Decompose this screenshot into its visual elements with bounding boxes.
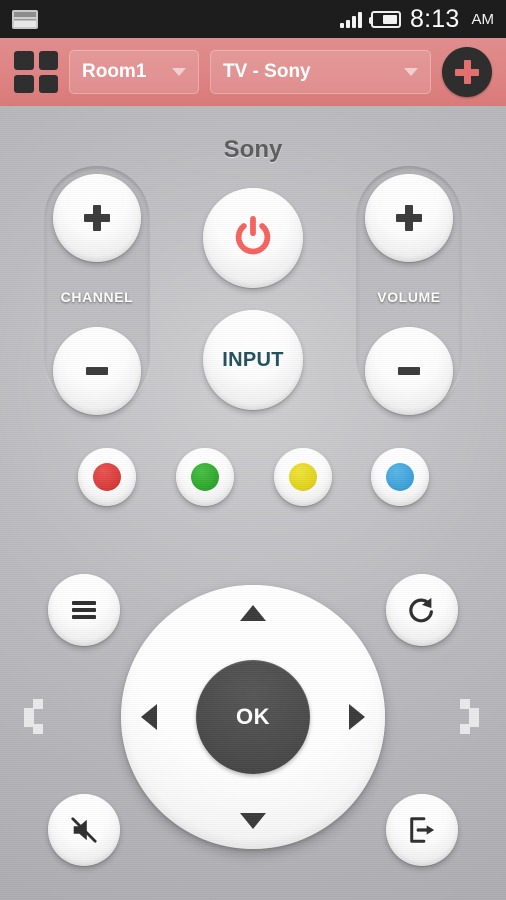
room-dropdown-label: Room1 [82, 61, 147, 82]
minus-icon [398, 367, 420, 375]
remote-panel: Sony CHANNEL VOLUME INPUT OK [0, 106, 506, 900]
app-header: Room1 TV - Sony [0, 38, 506, 106]
channel-up-button[interactable] [53, 174, 141, 262]
yellow-button[interactable] [267, 441, 339, 513]
device-dropdown[interactable]: TV - Sony [210, 50, 431, 94]
status-bar: 8:13 AM [0, 0, 506, 38]
remote-app-screen: 8:13 AM Room1 TV - Sony Sony CHANNEL VOL… [0, 0, 506, 900]
chevron-down-icon [172, 68, 186, 76]
mute-button[interactable] [41, 787, 127, 873]
input-button-label: INPUT [222, 348, 284, 371]
screenshot-icon [12, 9, 38, 29]
volume-up-button[interactable] [365, 174, 453, 262]
green-dot-icon [191, 463, 219, 491]
arrow-down-icon[interactable] [240, 813, 266, 829]
status-bar-ampm: AM [471, 10, 495, 28]
exit-icon [410, 817, 435, 843]
arrow-up-icon[interactable] [240, 605, 266, 621]
arrow-right-icon[interactable] [349, 704, 365, 730]
plus-icon [396, 205, 422, 231]
status-bar-right: 8:13 AM [340, 4, 495, 33]
refresh-return-icon [409, 597, 433, 623]
hamburger-menu-icon [72, 601, 96, 619]
power-button[interactable] [196, 181, 310, 295]
arrow-left-icon[interactable] [141, 704, 157, 730]
exit-button[interactable] [379, 787, 465, 873]
green-button[interactable] [169, 441, 241, 513]
channel-down-button[interactable] [53, 327, 141, 415]
chevron-left-icon[interactable] [20, 699, 50, 734]
page-title: Sony [223, 136, 283, 163]
blue-dot-icon [386, 463, 414, 491]
add-device-button[interactable] [442, 47, 492, 97]
red-button[interactable] [71, 441, 143, 513]
mute-speaker-icon [71, 817, 97, 843]
volume-label: VOLUME [377, 289, 441, 305]
room-dropdown[interactable]: Room1 [69, 50, 199, 94]
chevron-right-icon[interactable] [456, 699, 486, 734]
blue-button[interactable] [364, 441, 436, 513]
status-bar-clock: 8:13 [410, 4, 460, 33]
ok-button[interactable]: OK [196, 660, 310, 774]
plus-icon [84, 205, 110, 231]
chevron-down-icon [404, 68, 418, 76]
return-button[interactable] [379, 567, 465, 653]
status-bar-left [12, 9, 38, 29]
signal-bars-icon [340, 11, 363, 28]
red-dot-icon [93, 463, 121, 491]
volume-down-button[interactable] [365, 327, 453, 415]
channel-label: CHANNEL [60, 289, 134, 305]
device-dropdown-label: TV - Sony [223, 61, 311, 82]
battery-icon [369, 10, 402, 28]
grid-apps-icon[interactable] [14, 51, 58, 93]
minus-icon [86, 367, 108, 375]
menu-button[interactable] [41, 567, 127, 653]
dpad[interactable]: OK [112, 576, 394, 858]
input-button[interactable]: INPUT [196, 303, 310, 417]
yellow-dot-icon [289, 463, 317, 491]
power-icon [235, 215, 271, 255]
